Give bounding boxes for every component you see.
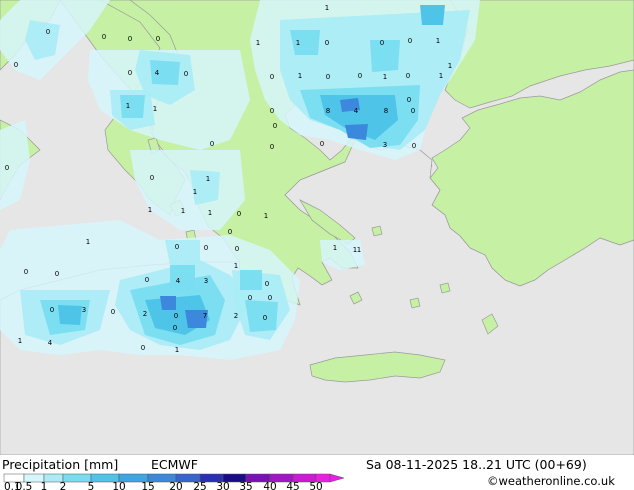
precip-value-label: 3 xyxy=(383,141,387,149)
precip-value-label: 1 xyxy=(181,207,185,215)
precip-value-label: 1 xyxy=(448,62,452,70)
legend-tick-label: 0.5 xyxy=(16,481,33,490)
legend-overflow-arrow xyxy=(329,473,345,483)
valid-time: Sa 08-11-2025 18..21 UTC (00+69) xyxy=(366,457,587,472)
color-legend: 0.10.5 1 2 5 10 15 20 25 30 35 40 45 50 xyxy=(3,473,345,490)
legend-tick-label: 50 xyxy=(309,481,322,490)
legend-tick-label: 45 xyxy=(286,481,299,490)
precip-value-label: 1 xyxy=(86,238,90,246)
precip-value-label: 0 xyxy=(175,243,179,251)
precip-value-label: 0 xyxy=(128,69,132,77)
precip-value-label: 4 xyxy=(176,277,181,285)
precip-value-label: 0 xyxy=(184,70,188,78)
precip-value-label: 0 xyxy=(14,61,18,69)
precip-value-label: 1 xyxy=(206,175,210,183)
precip-value-label: 0 xyxy=(128,35,132,43)
precip-value-label: 7 xyxy=(203,312,207,320)
precip-value-label: 0 xyxy=(237,210,241,218)
precip-value-label: 0 xyxy=(24,268,28,276)
precip-value-label: 1 xyxy=(153,105,157,113)
legend-tick-label: 30 xyxy=(216,481,229,490)
precip-value-label: 1 xyxy=(333,244,337,252)
legend-tick-label: 25 xyxy=(193,481,206,490)
precip-value-label: 0 xyxy=(50,306,54,314)
precip-value-label: 4 xyxy=(155,69,160,77)
precip-value-label: 0 xyxy=(145,276,149,284)
precip-value-label: 1 xyxy=(357,246,361,254)
precip-value-label: 1 xyxy=(296,39,300,47)
precip-value-label: 1 xyxy=(439,72,443,80)
precip-value-label: 0 xyxy=(270,143,274,151)
precip-value-label: 0 xyxy=(156,35,160,43)
precip-value-label: 1 xyxy=(126,102,130,110)
legend-tick-label: 20 xyxy=(169,481,182,490)
precip-value-label: 0 xyxy=(46,28,50,36)
precip-value-label: 0 xyxy=(380,39,384,47)
precip-value-label: 0 xyxy=(210,140,214,148)
footer-bar: Precipitation [mm] ECMWF Sa 08-11-2025 1… xyxy=(0,455,634,490)
precip-value-label: 0 xyxy=(265,280,269,288)
precipitation-map: 00 0 0001 1001 1 0000 04011 1 0 0 0 1101 04 08 4 8 03 000… xyxy=(0,0,634,455)
legend-tick-label: 35 xyxy=(239,481,252,490)
precip-value-label: 0 xyxy=(102,33,106,41)
small-island-3 xyxy=(409,297,421,309)
precip-value-label: 1 xyxy=(234,262,238,270)
precip-value-label: 0 xyxy=(5,164,9,172)
precip-value-label: 0 xyxy=(358,72,362,80)
precip-value-label: 1 xyxy=(264,212,268,220)
legend-tick-label: 5 xyxy=(88,481,95,490)
legend-tick-label: 2 xyxy=(60,481,67,490)
precip-value-label: 0 xyxy=(412,142,416,150)
credit-text: ©weatheronline.co.uk xyxy=(487,474,615,488)
precip-value-label: 0 xyxy=(270,107,274,115)
precip-value-label: 8 xyxy=(384,107,388,115)
precip-value-label: 0 xyxy=(235,245,239,253)
precip-value-label: 1 xyxy=(325,4,329,12)
precip-value-label: 0 xyxy=(204,244,208,252)
precip-value-label: 1 xyxy=(18,337,22,345)
precip-value-label: 8 xyxy=(326,107,330,115)
precip-value-label: 1 xyxy=(148,206,152,214)
precip-value-label: 4 xyxy=(354,107,359,115)
precip-value-label: 0 xyxy=(174,312,178,320)
precip-value-label: 1 xyxy=(256,39,260,47)
precip-value-label: 1 xyxy=(436,37,440,45)
precip-value-label: 3 xyxy=(82,306,86,314)
precip-value-label: 0 xyxy=(326,73,330,81)
precip-value-label: 0 xyxy=(325,39,329,47)
precip-value-label: 0 xyxy=(111,308,115,316)
precip-value-label: 1 xyxy=(193,188,197,196)
precip-value-label: 0 xyxy=(320,140,324,148)
precip-value-label: 1 xyxy=(298,72,302,80)
precip-value-label: 2 xyxy=(234,312,238,320)
precip-value-label: 0 xyxy=(228,228,232,236)
precip-value-label: 4 xyxy=(48,339,53,347)
precip-value-label: 1 xyxy=(175,346,179,354)
precip-value-label: 0 xyxy=(270,73,274,81)
precip-value-label: 2 xyxy=(143,310,147,318)
precip-value-label: 0 xyxy=(263,314,267,322)
precip-value-label: 0 xyxy=(248,294,252,302)
precip-value-label: 0 xyxy=(55,270,59,278)
legend-tick-label: 40 xyxy=(263,481,276,490)
precip-value-label: 1 xyxy=(383,73,387,81)
precip-value-label: 0 xyxy=(150,174,154,182)
precip-value-label: 0 xyxy=(173,324,177,332)
precip-value-label: 0 xyxy=(407,96,411,104)
precip-value-label: 1 xyxy=(208,209,212,217)
precip-value-label: 0 xyxy=(268,294,272,302)
precip-value-label: 0 xyxy=(406,72,410,80)
precip-value-label: 3 xyxy=(204,277,208,285)
precip-value-label: 0 xyxy=(141,344,145,352)
precip-value-label: 0 xyxy=(273,122,277,130)
precip-value-label: 0 xyxy=(411,107,415,115)
legend-tick-label: 1 xyxy=(41,481,48,490)
legend-tick-label: 10 xyxy=(112,481,125,490)
small-island-1 xyxy=(371,225,383,237)
precip-value-label: 0 xyxy=(408,37,412,45)
legend-tick-label: 15 xyxy=(141,481,154,490)
small-island-4 xyxy=(439,282,451,294)
